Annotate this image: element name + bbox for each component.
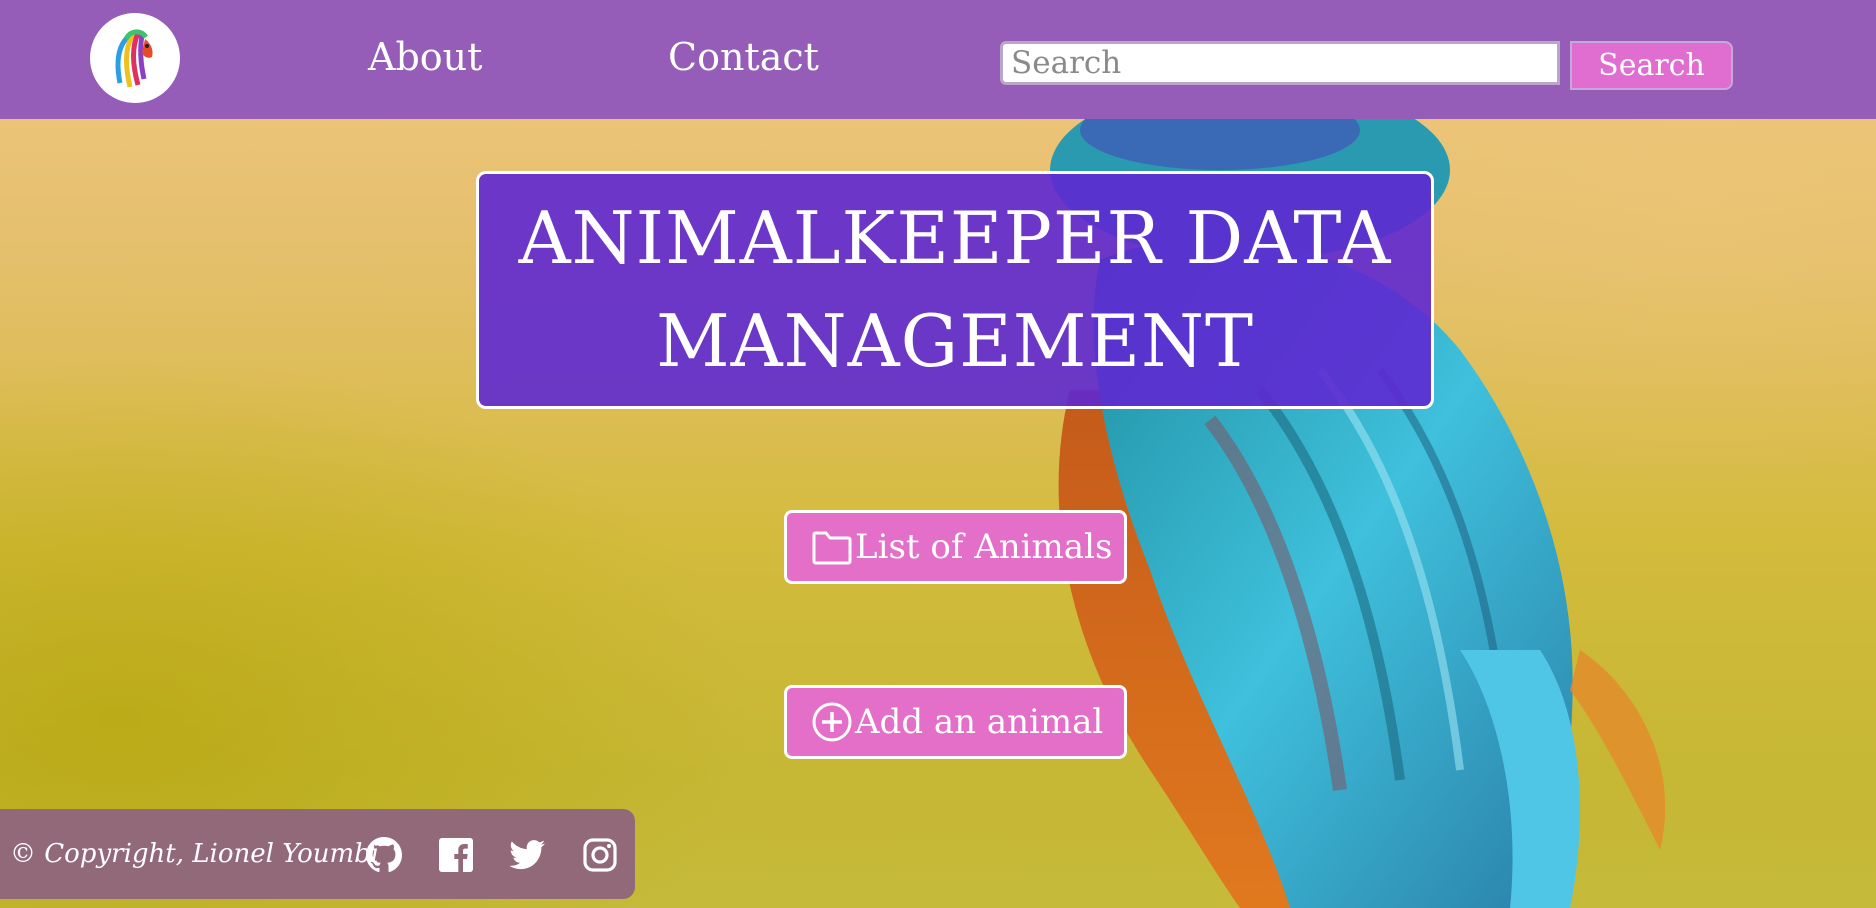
instagram-icon[interactable]	[580, 835, 620, 875]
add-animal-button[interactable]: Add an animal	[784, 685, 1127, 759]
page-title-banner: ANIMALKEEPER DATA MANAGEMENT	[476, 171, 1434, 409]
search-button[interactable]: Search	[1570, 41, 1733, 90]
list-of-animals-label: List of Animals	[855, 527, 1113, 567]
home-logo-button[interactable]	[90, 13, 180, 103]
nav-about-link[interactable]: About	[368, 32, 482, 82]
footer: © Copyright, Lionel Youmbi	[0, 809, 635, 899]
top-navbar: About Contact Search	[0, 0, 1876, 119]
add-animal-label: Add an animal	[855, 702, 1104, 742]
list-of-animals-button[interactable]: List of Animals	[784, 510, 1127, 584]
facebook-icon[interactable]	[436, 835, 476, 875]
search-input[interactable]	[1000, 41, 1560, 85]
twitter-icon[interactable]	[507, 835, 547, 875]
parrot-logo-icon	[115, 29, 153, 88]
plus-circle-icon	[812, 702, 852, 742]
nav-contact-link[interactable]: Contact	[668, 32, 819, 82]
page-title: ANIMALKEEPER DATA MANAGEMENT	[518, 196, 1392, 383]
copyright-text: © Copyright, Lionel Youmbi	[10, 839, 380, 869]
folder-icon	[812, 531, 852, 565]
github-icon[interactable]	[364, 835, 404, 875]
